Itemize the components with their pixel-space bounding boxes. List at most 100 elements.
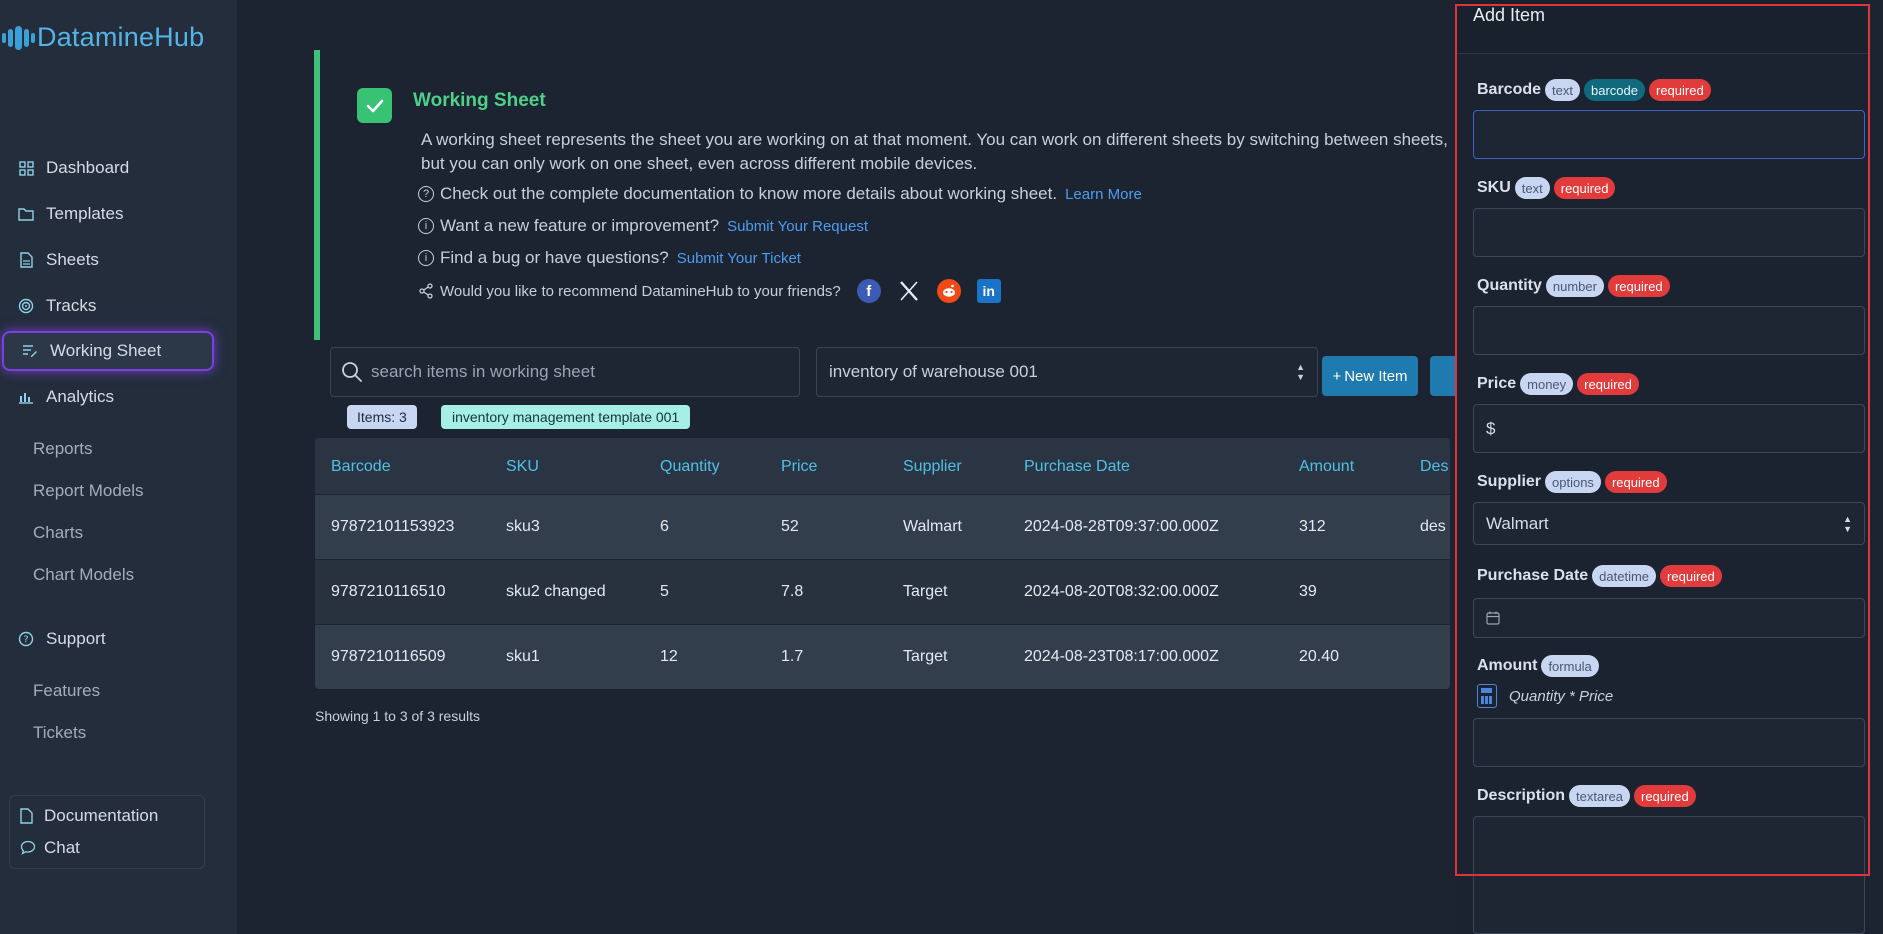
required-tag: required — [1604, 471, 1667, 493]
info-docs-text: Check out the complete documentation to … — [440, 184, 1058, 203]
working-sheet-info: Working Sheet A working sheet represents… — [314, 50, 1454, 340]
cell-purchase-date: 2024-08-28T09:37:00.000Z — [1024, 518, 1219, 535]
cell-supplier: Target — [903, 648, 948, 665]
sku-label: SKU text required — [1477, 177, 1616, 199]
app-logo[interactable]: DatamineHub — [2, 22, 204, 53]
sidebar-item-support[interactable]: ? Support — [0, 619, 215, 659]
sidebar-item-features[interactable]: Features — [33, 681, 100, 701]
chat-bubble-icon — [20, 840, 36, 856]
field-label-text: SKU — [1477, 179, 1511, 196]
description-textarea[interactable] — [1473, 816, 1865, 934]
tracks-icon — [18, 298, 34, 314]
field-label-text: Amount — [1477, 657, 1538, 674]
document-icon — [18, 252, 34, 268]
select-arrows-icon: ▲ ▼ — [1296, 362, 1305, 382]
field-label-text: Supplier — [1477, 473, 1542, 490]
cell-supplier: Target — [903, 583, 948, 600]
column-header-price[interactable]: Price — [781, 458, 817, 476]
sidebar-item-chart-models[interactable]: Chart Models — [33, 565, 134, 585]
cell-sku: sku2 changed — [506, 583, 606, 600]
sidebar-item-working-sheet[interactable]: Working Sheet — [2, 331, 214, 371]
purchase-date-input[interactable] — [1473, 598, 1865, 638]
template-badge: inventory management template 001 — [441, 405, 691, 429]
cell-price: 52 — [781, 518, 799, 535]
sidebar-item-dashboard[interactable]: Dashboard — [0, 148, 215, 188]
price-input[interactable]: $ — [1473, 404, 1865, 453]
cell-barcode: 9787210116510 — [331, 583, 446, 600]
sku-input[interactable] — [1473, 208, 1865, 257]
sidebar-item-label: Support — [46, 629, 106, 648]
table-row[interactable]: 9787210116510 sku2 changed 5 7.8 Target … — [315, 560, 1450, 625]
supplier-select[interactable]: Walmart ▲ ▼ — [1473, 502, 1865, 545]
search-field[interactable] — [330, 347, 800, 397]
info-bug-text: Find a bug or have questions? — [440, 248, 669, 267]
chat-label: Chat — [44, 838, 80, 857]
sidebar-item-analytics[interactable]: Analytics — [0, 377, 215, 417]
column-header-description[interactable]: Des — [1420, 458, 1448, 476]
app-name: DatamineHub — [37, 22, 205, 52]
column-header-supplier[interactable]: Supplier — [903, 458, 962, 476]
new-item-label: New Item — [1344, 367, 1408, 385]
info-description: A working sheet represents the sheet you… — [421, 130, 1448, 173]
x-twitter-icon[interactable] — [897, 279, 921, 303]
column-header-sku[interactable]: SKU — [506, 458, 539, 476]
learn-more-link[interactable]: Learn More — [1065, 186, 1142, 203]
sidebar-item-templates[interactable]: Templates — [0, 194, 215, 234]
sheet-select[interactable]: inventory of warehouse 001 ▲ ▼ — [816, 347, 1318, 397]
quantity-label: Quantity number required — [1477, 275, 1670, 297]
calculator-icon — [1477, 684, 1497, 708]
reddit-icon[interactable] — [936, 279, 961, 303]
column-header-barcode[interactable]: Barcode — [331, 458, 391, 476]
linkedin-icon[interactable]: in — [976, 279, 1001, 303]
pagination-summary: Showing 1 to 3 of 3 results — [315, 708, 480, 724]
sidebar-item-tracks[interactable]: Tracks — [0, 286, 215, 326]
required-tag: required — [1553, 177, 1616, 199]
cell-quantity: 5 — [660, 583, 669, 600]
sheet-select-value: inventory of warehouse 001 — [829, 362, 1038, 381]
svg-text:?: ? — [23, 635, 28, 646]
plus-icon: + — [1332, 367, 1342, 385]
column-header-amount[interactable]: Amount — [1299, 458, 1354, 476]
new-item-button[interactable]: + New Item — [1322, 356, 1418, 396]
bar-chart-icon — [18, 389, 34, 405]
folder-icon — [18, 206, 34, 222]
required-tag: required — [1607, 275, 1670, 297]
facebook-icon[interactable]: f — [856, 279, 881, 303]
sidebar-item-charts[interactable]: Charts — [33, 523, 83, 543]
sidebar: DatamineHub Dashboard Templates Sheets T… — [0, 0, 237, 934]
info-bug-line: i Find a bug or have questions? Submit Y… — [418, 248, 801, 268]
cell-barcode: 97872101153923 — [331, 518, 455, 535]
supplier-value: Walmart — [1486, 513, 1549, 533]
info-circle-icon: i — [418, 218, 434, 234]
sidebar-item-label: Dashboard — [46, 158, 130, 177]
submit-ticket-link[interactable]: Submit Your Ticket — [677, 250, 801, 267]
quantity-input[interactable] — [1473, 306, 1865, 355]
check-icon — [357, 88, 392, 123]
column-header-purchase-date[interactable]: Purchase Date — [1024, 458, 1130, 476]
submit-request-link[interactable]: Submit Your Request — [727, 218, 868, 235]
cell-quantity: 6 — [660, 518, 669, 535]
field-label-text: Price — [1477, 375, 1517, 392]
share-icon — [418, 283, 434, 299]
amount-input[interactable] — [1473, 718, 1865, 767]
info-title: Working Sheet — [413, 90, 546, 111]
chat-link[interactable]: Chat — [20, 838, 80, 858]
column-header-quantity[interactable]: Quantity — [660, 458, 720, 476]
sidebar-item-reports[interactable]: Reports — [33, 439, 93, 459]
info-feature-line: i Want a new feature or improvement? Sub… — [418, 216, 868, 236]
sidebar-item-report-models[interactable]: Report Models — [33, 481, 144, 501]
documentation-link[interactable]: Documentation — [20, 806, 158, 826]
sidebar-item-sheets[interactable]: Sheets — [0, 240, 215, 280]
table-row[interactable]: 9787210116509 sku1 12 1.7 Target 2024-08… — [315, 625, 1450, 689]
barcode-input[interactable] — [1473, 110, 1865, 159]
table-row[interactable]: 97872101153923 sku3 6 52 Walmart 2024-08… — [315, 495, 1450, 560]
cell-purchase-date: 2024-08-20T08:32:00.000Z — [1024, 583, 1219, 600]
search-input[interactable] — [371, 362, 771, 382]
sidebar-item-tickets[interactable]: Tickets — [33, 723, 86, 743]
type-tag: options — [1545, 471, 1601, 493]
info-share-line: Would you like to recommend DatamineHub … — [418, 279, 1001, 303]
type-tag: number — [1545, 275, 1604, 297]
formula-text: Quantity * Price — [1509, 687, 1614, 705]
required-tag: required — [1648, 79, 1711, 101]
formula-row: Quantity * Price — [1477, 684, 1613, 708]
